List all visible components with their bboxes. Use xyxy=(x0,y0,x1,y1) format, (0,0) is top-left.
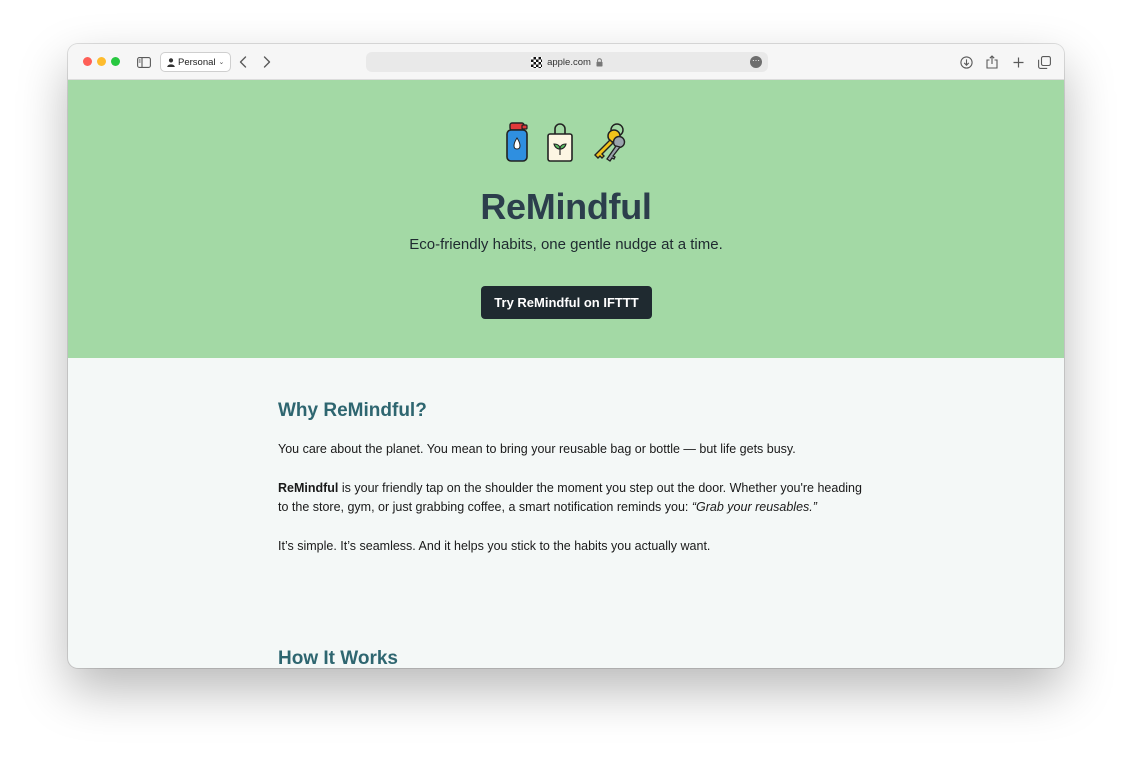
hero-section: ReMindful Eco-friendly habits, one gentl… xyxy=(68,80,1064,358)
how-heading: How It Works xyxy=(278,648,398,668)
hero-icons xyxy=(68,122,1064,162)
site-favicon-icon xyxy=(531,56,543,68)
profile-button[interactable]: Personal ⌄ xyxy=(160,52,232,72)
zoom-window-button[interactable] xyxy=(111,57,120,66)
browser-window: Personal ⌄ apple.com ⋯ ReMindful Eco-fri… xyxy=(68,44,1064,668)
close-window-button[interactable] xyxy=(83,57,92,66)
back-arrow-icon[interactable] xyxy=(236,53,250,71)
url-text: apple.com xyxy=(547,56,591,68)
sidebar-toggle-icon[interactable] xyxy=(136,53,152,71)
reusable-bag-icon xyxy=(547,123,573,162)
download-icon[interactable] xyxy=(958,53,974,71)
new-tab-icon[interactable] xyxy=(1010,53,1026,71)
brand-name-strong: ReMindful xyxy=(278,481,339,495)
keys-icon xyxy=(594,123,626,162)
try-on-ifttt-button[interactable]: Try ReMindful on IFTTT xyxy=(481,286,652,319)
water-bottle-icon xyxy=(506,122,528,162)
minimize-window-button[interactable] xyxy=(97,57,106,66)
person-icon xyxy=(167,57,175,67)
reminder-quote: “Grab your reusables.” xyxy=(691,500,817,514)
more-options-icon[interactable]: ⋯ xyxy=(750,56,762,68)
lock-icon xyxy=(596,57,603,66)
why-paragraph-2: ReMindful is your friendly tap on the sh… xyxy=(278,479,868,517)
address-bar[interactable]: apple.com ⋯ xyxy=(366,52,768,72)
share-icon[interactable] xyxy=(984,53,1000,71)
why-paragraph-3: It’s simple. It’s seamless. And it helps… xyxy=(278,539,711,553)
page-title: ReMindful xyxy=(480,186,652,227)
browser-toolbar: Personal ⌄ apple.com ⋯ xyxy=(68,44,1064,80)
hero-subtitle: Eco-friendly habits, one gentle nudge at… xyxy=(409,236,723,253)
tab-overview-icon[interactable] xyxy=(1036,53,1052,71)
why-heading: Why ReMindful? xyxy=(278,400,427,421)
page-content: ReMindful Eco-friendly habits, one gentl… xyxy=(68,80,1064,668)
forward-arrow-icon[interactable] xyxy=(260,53,274,71)
why-paragraph-1: You care about the planet. You mean to b… xyxy=(278,442,796,456)
profile-label: Personal xyxy=(178,56,216,68)
chevron-down-icon: ⌄ xyxy=(218,59,225,66)
